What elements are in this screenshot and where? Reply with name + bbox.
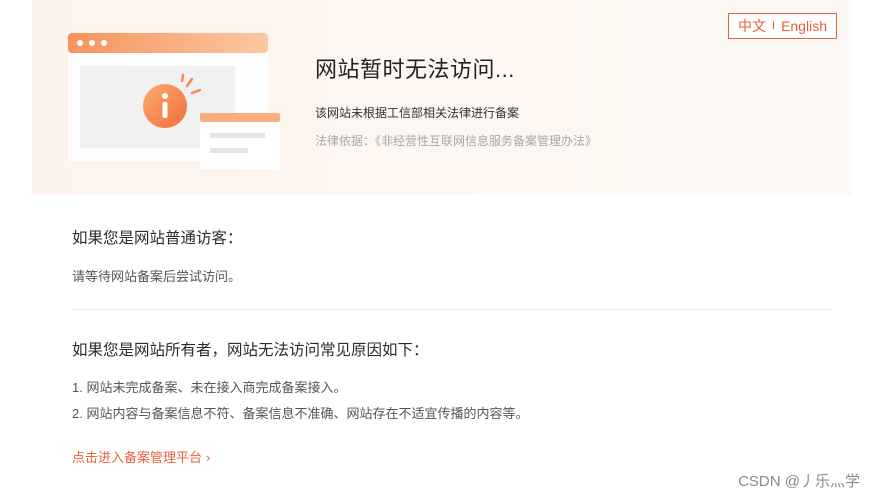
filing-platform-link[interactable]: 点击进入备案管理平台 › — [72, 447, 210, 466]
reason-item: 2. 网站内容与备案信息不符、备案信息不准确、网站存在不适宜传播的内容等。 — [72, 406, 529, 421]
watermark: CSDN @丿乐灬学 — [738, 473, 860, 490]
hero-text-block: 网站暂时无法访问... 该网站未根据工信部相关法律进行备案 法律依据：《非经营性… — [315, 52, 597, 149]
page-title: 网站暂时无法访问... — [315, 57, 515, 82]
section-divider — [72, 309, 832, 310]
visitor-text: 请等待网站备案后尝试访问。 — [72, 269, 242, 284]
visitor-heading: 如果您是网站普通访客： — [72, 230, 243, 247]
visitor-section: 如果您是网站普通访客： 请等待网站备案后尝试访问。 — [72, 226, 243, 285]
page-subtitle: 该网站未根据工信部相关法律进行备案 — [315, 106, 520, 120]
owner-section: 如果您是网站所有者，网站无法访问常见原因如下： 1. 网站未完成备案、未在接入商… — [72, 338, 528, 422]
lang-separator: I — [772, 20, 776, 32]
lang-chinese-link[interactable]: 中文 — [738, 16, 766, 36]
language-switch: 中文 I English — [728, 13, 837, 39]
chevron-right-icon: › — [206, 450, 211, 465]
filing-platform-link-label: 点击进入备案管理平台 — [72, 450, 203, 465]
lang-english-link[interactable]: English — [781, 18, 827, 34]
owner-heading: 如果您是网站所有者，网站无法访问常见原因如下： — [72, 342, 429, 359]
legal-basis-text: 法律依据：《非经营性互联网信息服务备案管理办法》 — [315, 134, 598, 148]
browser-info-illustration — [68, 33, 280, 169]
hero-banner: 中文 I English 网站暂时无法访问... 该网站未根据工信部相关法律进行… — [32, 0, 852, 195]
reason-item: 1. 网站未完成备案、未在接入商完成备案接入。 — [72, 380, 347, 395]
